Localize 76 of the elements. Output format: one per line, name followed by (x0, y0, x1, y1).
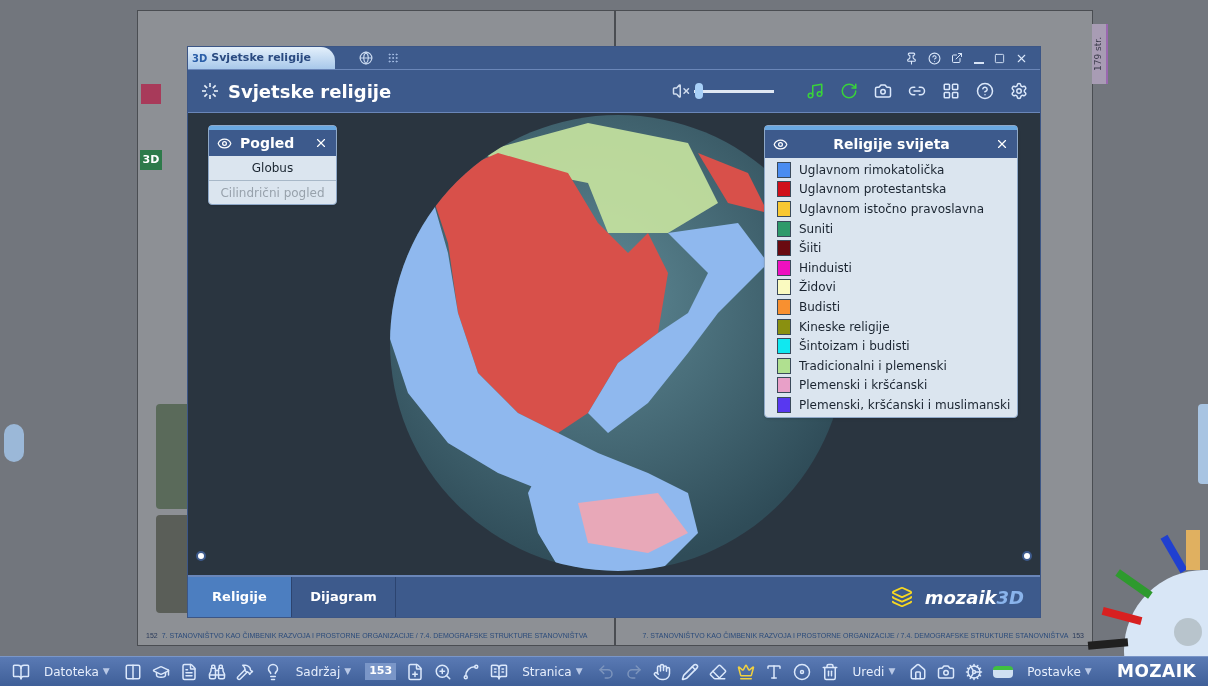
legend-label: Plemenski i kršćanski (799, 377, 928, 395)
eye-icon (773, 136, 788, 152)
reset-button[interactable] (840, 82, 858, 100)
legend-label: Suniti (799, 220, 834, 238)
settings-button[interactable] (1010, 82, 1028, 100)
zoom-button[interactable] (434, 662, 453, 681)
line-button[interactable] (462, 662, 481, 681)
music-button[interactable] (806, 82, 824, 100)
panel-title: Religije svijeta (832, 134, 951, 154)
toolbar-menu[interactable]: Datoteka ▼ (40, 662, 114, 681)
spinner-icon (200, 81, 220, 101)
3d-badge[interactable]: 3D (140, 150, 162, 170)
corner-handle[interactable] (196, 551, 206, 561)
eye-icon (217, 135, 232, 151)
help-button[interactable] (928, 51, 941, 65)
legend-label: Kineske religije (799, 318, 890, 336)
popout-button[interactable] (951, 52, 963, 64)
camera-button[interactable] (874, 82, 892, 100)
layers-icon (890, 586, 913, 608)
legend-label: Tradicionalni i plemenski (799, 357, 947, 375)
maximize-button[interactable] (994, 52, 1005, 64)
trash-button[interactable] (820, 662, 839, 681)
muted-speaker-icon[interactable] (672, 82, 690, 100)
toolbar-menu[interactable]: Stranica ▼ (518, 662, 587, 681)
panel-button[interactable] (123, 662, 142, 681)
page-number-field[interactable]: 153 (365, 663, 397, 680)
page-tab[interactable]: 179 str. (1092, 24, 1108, 84)
add-page-button[interactable] (406, 662, 425, 681)
window-tab[interactable]: 3D Svjetske religije (188, 47, 335, 69)
volume-slider[interactable] (694, 82, 774, 100)
side-handle[interactable] (4, 424, 24, 462)
window-tab-title: Svjetske religije (211, 49, 311, 66)
pin-button[interactable] (905, 51, 918, 65)
view-option[interactable]: Globus (209, 156, 336, 180)
legend-label: Šiiti (799, 239, 822, 258)
window-title: Svjetske religije (228, 79, 392, 104)
corner-handle[interactable] (1022, 551, 1032, 561)
side-handle[interactable] (1198, 404, 1208, 484)
binoculars-button[interactable] (207, 662, 226, 681)
text-button[interactable] (764, 662, 783, 681)
hammer-button[interactable] (235, 662, 254, 681)
toolbar-menu[interactable]: Sadržaj ▼ (291, 662, 356, 681)
keyboard-icon[interactable] (385, 52, 401, 64)
tray-button[interactable] (993, 665, 1014, 678)
close-icon[interactable] (314, 136, 328, 150)
camera-button[interactable] (937, 662, 956, 681)
pens-button[interactable] (736, 662, 755, 681)
grid-button[interactable] (942, 82, 960, 100)
document-button[interactable] (179, 662, 198, 681)
legend-label: Židovi (799, 278, 836, 297)
volume-thumb[interactable] (695, 83, 704, 99)
legend-label: Uglavnom rimokatolička (799, 161, 945, 179)
brand-logo: MOZAIK (1117, 659, 1196, 683)
target-button[interactable] (792, 662, 811, 681)
pencil-button[interactable] (680, 662, 699, 681)
toolbar-menu[interactable]: Uredi ▼ (848, 662, 900, 681)
book-button[interactable] (12, 662, 30, 681)
pages-button[interactable] (490, 662, 509, 681)
settings-button[interactable] (965, 662, 984, 681)
legend-label: Uglavnom istočno pravoslavna (799, 201, 984, 218)
legend-label: Plemenski, kršćanski i muslimanski (799, 396, 1011, 414)
bottom-tab[interactable]: Religije (188, 577, 292, 617)
close-icon[interactable] (995, 137, 1009, 151)
eraser-button[interactable] (708, 662, 727, 681)
legend-label: Šintoizam i budisti (799, 337, 910, 356)
brand-logo: mozaik3D (924, 585, 1024, 610)
hand-button[interactable] (652, 662, 671, 681)
home-button[interactable] (909, 662, 928, 681)
3d-label: 3D (192, 51, 208, 66)
legend-label: Uglavnom protestantska (799, 181, 947, 199)
globe-icon[interactable] (359, 51, 373, 65)
help-button[interactable] (976, 82, 994, 100)
toolbar-menu[interactable]: Postavke ▼ (1023, 662, 1096, 681)
legend-label: Hinduisti (799, 259, 852, 277)
legend-label: Budisti (799, 298, 841, 316)
panel-title: Pogled (240, 133, 296, 153)
